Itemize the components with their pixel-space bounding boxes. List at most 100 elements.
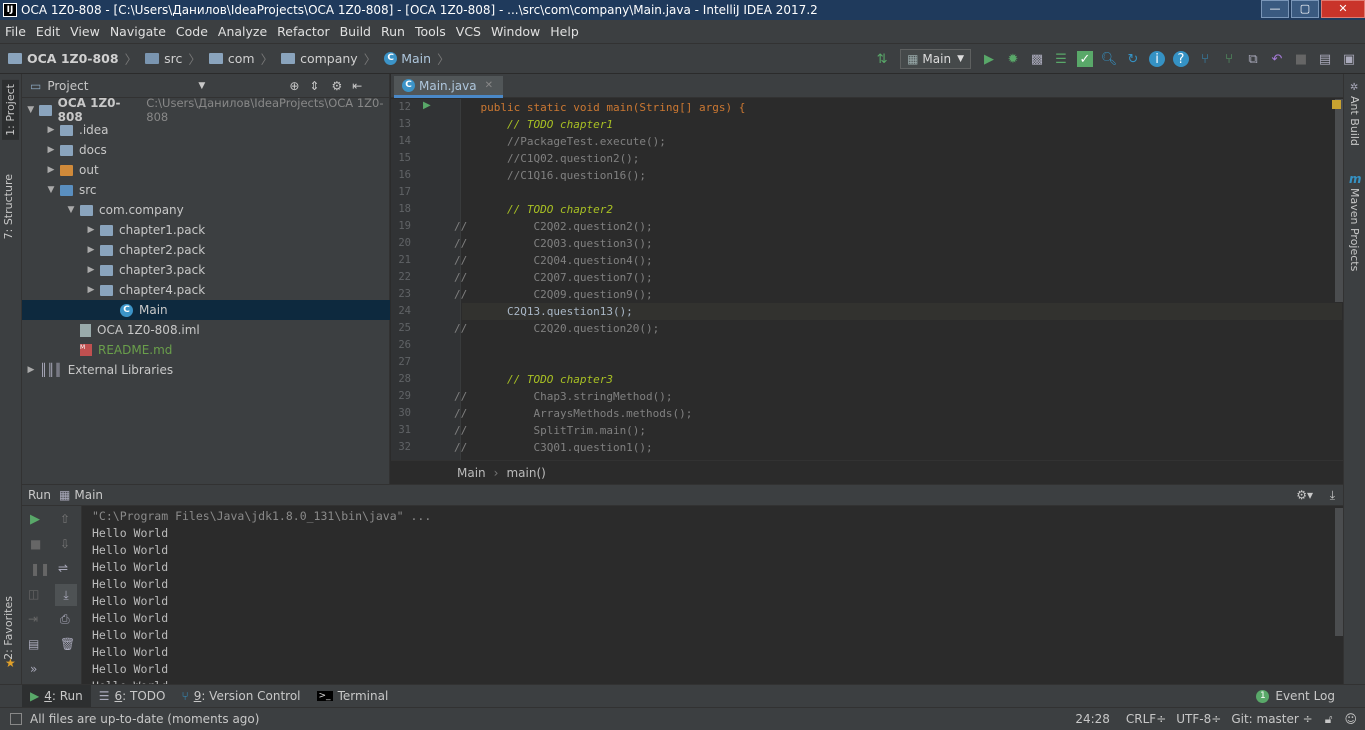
menu-code[interactable]: Code (171, 24, 213, 39)
tree-item[interactable]: ▶ .idea (22, 120, 390, 140)
chevron-right-icon[interactable]: ▶ (86, 225, 96, 235)
file-encoding[interactable]: UTF-8÷ (1176, 712, 1221, 726)
tool-tab-favorites[interactable]: 2: Favorites (2, 596, 15, 660)
chevron-right-icon[interactable]: ▶ (46, 165, 56, 175)
dump-threads-icon[interactable]: ◫ (28, 587, 39, 601)
caret-position[interactable]: 24:28 (1075, 712, 1110, 726)
tool-tab-project[interactable]: 1: Project (2, 80, 19, 140)
minimize-button[interactable]: — (1261, 0, 1289, 18)
tree-item[interactable]: ▶ out (22, 160, 390, 180)
tool-tab-todo[interactable]: ☰ 6: TODO (91, 685, 174, 708)
tree-item[interactable]: ▶ chapter2.pack (22, 240, 390, 260)
print-icon[interactable]: ⎙ (60, 612, 70, 627)
menu-view[interactable]: View (65, 24, 105, 39)
vcs-update-icon[interactable]: ⑂ (1197, 51, 1213, 67)
maximize-button[interactable]: ▢ (1291, 0, 1319, 18)
tree-item[interactable]: ▼ com.company (22, 200, 390, 220)
vcs-compare-icon[interactable]: ⧉ (1245, 51, 1261, 67)
warning-marker-icon[interactable] (1332, 100, 1341, 109)
breadcrumb-project[interactable]: OCA 1Z0-808 〉 (8, 49, 137, 68)
trash-icon[interactable]: 🗑︎ (60, 637, 75, 651)
down-icon[interactable]: ⇩ (60, 537, 70, 551)
build-icon[interactable]: ⇅ (874, 51, 890, 67)
terminal-icon[interactable]: ▣ (1341, 51, 1357, 67)
menu-edit[interactable]: Edit (31, 24, 65, 39)
debug-icon[interactable]: ✹ (1005, 51, 1021, 67)
stop-icon[interactable]: ■ (30, 537, 41, 551)
tool-tab-run[interactable]: ▶ 4: Run (22, 684, 91, 708)
layout-icon[interactable]: ▤ (28, 637, 39, 651)
coverage-icon[interactable]: ▩ (1029, 51, 1045, 67)
chevron-right-icon[interactable]: ▶ (46, 145, 56, 155)
tool-tab-ant-build[interactable]: Ant Build (1348, 96, 1361, 146)
soft-wrap-icon[interactable]: ⇌ (58, 561, 68, 575)
menu-build[interactable]: Build (335, 24, 376, 39)
menu-tools[interactable]: Tools (410, 24, 451, 39)
chevron-down-icon[interactable]: ▼ (66, 205, 76, 215)
up-icon[interactable]: ⇧ (60, 512, 70, 526)
status-message[interactable]: All files are up-to-date (moments ago) (30, 712, 259, 726)
vcs-revert-icon[interactable]: ↶ (1269, 51, 1285, 67)
list-icon[interactable]: ☰ (1053, 51, 1069, 67)
run-configuration-select[interactable]: ▦ Main ▼ (900, 49, 971, 69)
tree-item[interactable]: M README.md (22, 340, 390, 360)
breadcrumb-src[interactable]: src 〉 (145, 49, 201, 68)
chevron-right-icon[interactable]: ▶ (86, 285, 96, 295)
run-panel-config[interactable]: Main (74, 488, 103, 502)
chevron-right-icon[interactable]: ▶ (46, 125, 56, 135)
tool-windows-icon[interactable] (10, 713, 22, 725)
menu-run[interactable]: Run (376, 24, 410, 39)
scroll-to-end-icon[interactable]: ⤓ (55, 584, 77, 606)
tool-tab-event-log[interactable]: 1 Event Log (1248, 685, 1343, 708)
breadcrumb-main[interactable]: C Main 〉 (384, 49, 450, 68)
chevron-down-icon[interactable]: ▼ (198, 81, 205, 91)
chevron-right-icon[interactable]: ▶ (86, 265, 96, 275)
tool-tab-maven-projects[interactable]: Maven Projects (1348, 188, 1361, 271)
tool-tab-terminal[interactable]: >_ Terminal (309, 685, 397, 708)
info-icon[interactable]: i (1149, 51, 1165, 67)
editor-breadcrumb-class[interactable]: Main (457, 466, 486, 480)
tree-item[interactable]: ▼ OCA 1Z0-808 C:\Users\Данилов\IdeaProject… (22, 96, 390, 124)
chevron-right-icon[interactable]: ▶ (26, 365, 36, 375)
menu-analyze[interactable]: Analyze (213, 24, 272, 39)
tool-tab-structure[interactable]: 7: Structure (2, 174, 15, 239)
gear-icon[interactable]: ⚙▾ (1296, 488, 1313, 502)
menu-vcs[interactable]: VCS (451, 24, 486, 39)
menu-navigate[interactable]: Navigate (105, 24, 171, 39)
tree-item[interactable]: C Main (22, 300, 390, 320)
menu-help[interactable]: Help (545, 24, 584, 39)
tree-item[interactable]: ▶ chapter1.pack (22, 220, 390, 240)
hide-icon[interactable]: ⤓ (1330, 488, 1335, 503)
chevron-right-icon[interactable]: ▶ (86, 245, 96, 255)
collapse-icon[interactable]: ⇕ (309, 79, 319, 93)
tree-item[interactable]: ▶ ║║║ External Libraries (22, 360, 390, 380)
vcs-commit-icon[interactable]: ⑂ (1221, 51, 1237, 67)
lock-icon[interactable]: 🔓︎ (1325, 712, 1333, 727)
tree-item[interactable]: ▼ src (22, 180, 390, 200)
editor-scrollbar[interactable] (1335, 99, 1343, 302)
tree-item[interactable]: ▶ chapter4.pack (22, 280, 390, 300)
breadcrumb-com[interactable]: com 〉 (208, 49, 273, 68)
git-branch[interactable]: Git: master ÷ (1231, 712, 1312, 726)
hector-icon[interactable]: ☺ (1344, 712, 1357, 726)
stop-icon[interactable]: ■ (1293, 51, 1309, 67)
help-icon[interactable]: ? (1173, 51, 1189, 67)
menu-window[interactable]: Window (486, 24, 545, 39)
more-icon[interactable]: » (30, 662, 37, 676)
exit-icon[interactable]: ⇥ (28, 612, 38, 626)
breadcrumb-company[interactable]: company 〉 (281, 49, 376, 68)
menu-file[interactable]: File (0, 24, 31, 39)
run-console[interactable]: "C:\Program Files\Java\jdk1.8.0_131\bin\… (82, 506, 1335, 693)
chevron-down-icon[interactable]: ▼ (26, 105, 35, 115)
line-separator[interactable]: CRLF÷ (1126, 712, 1166, 726)
gear-icon[interactable]: ⚙ (331, 79, 342, 93)
rerun-icon[interactable]: ▶ (30, 512, 40, 527)
close-tab-icon[interactable]: ✕ (485, 80, 493, 91)
console-scrollbar[interactable] (1335, 508, 1343, 636)
hide-icon[interactable]: ⇤ (352, 79, 362, 93)
editor-tab-main-java[interactable]: C Main.java ✕ (394, 76, 503, 98)
run-icon[interactable]: ▶ (981, 51, 997, 67)
menu-refactor[interactable]: Refactor (272, 24, 334, 39)
check-icon[interactable]: ✓ (1077, 51, 1093, 67)
pause-icon[interactable]: ❚❚ (30, 562, 50, 576)
